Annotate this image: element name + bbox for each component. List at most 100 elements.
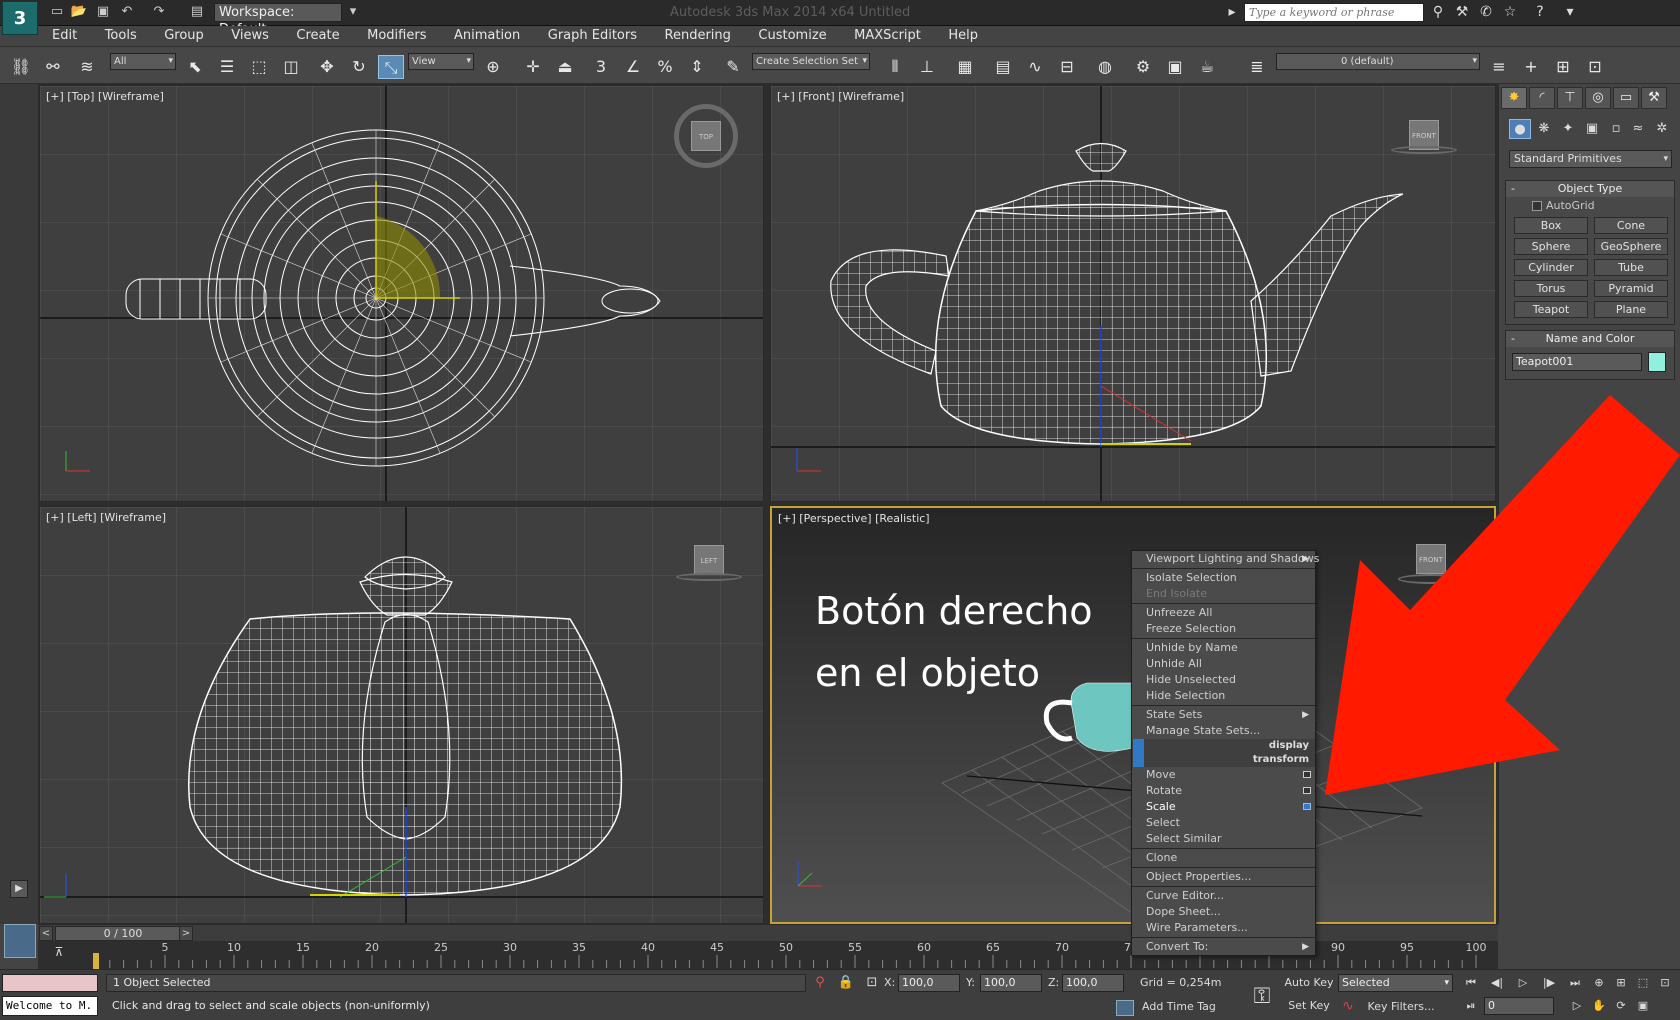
reference-coordinate-dropdown[interactable]: View: [408, 53, 474, 70]
object-type-title[interactable]: Object Type: [1506, 181, 1674, 197]
edit-named-selection-icon[interactable]: ✎: [720, 55, 746, 79]
tab-hierarchy-icon[interactable]: ⊤: [1557, 87, 1583, 109]
search-input[interactable]: Type a keyword or phrase: [1244, 3, 1424, 22]
manipulate-icon[interactable]: ✛: [520, 55, 546, 79]
y-coordinate-input[interactable]: 100,0: [980, 974, 1042, 992]
curve-editor-icon[interactable]: ∿: [1022, 55, 1048, 79]
viewport-label-top[interactable]: [+] [Top] [Wireframe]: [46, 90, 164, 103]
bind-space-warp-icon[interactable]: ≋: [74, 55, 100, 79]
viewcube-face[interactable]: TOP: [691, 121, 721, 151]
cone-button[interactable]: Cone: [1594, 217, 1668, 234]
menu-graph-editors[interactable]: Graph Editors: [536, 26, 649, 46]
cylinder-button[interactable]: Cylinder: [1514, 259, 1588, 276]
shapes-icon[interactable]: ❋: [1533, 119, 1555, 139]
viewport-label-perspective[interactable]: [+] [Perspective] [Realistic]: [778, 512, 930, 525]
tab-utilities-icon[interactable]: ⚒: [1641, 87, 1667, 109]
menu-move[interactable]: Move: [1132, 767, 1315, 783]
scene-explorer-icon[interactable]: ▦: [952, 55, 978, 79]
binoculars-icon[interactable]: ⚲: [1428, 3, 1448, 22]
menu-views[interactable]: Views: [219, 26, 281, 46]
time-slider-prev-icon[interactable]: <: [39, 926, 53, 941]
save-icon[interactable]: ▣: [94, 3, 112, 21]
quick-access-dropdown-icon[interactable]: ▾: [344, 3, 362, 21]
spinner-snap-icon[interactable]: ⇕: [684, 55, 710, 79]
viewport-left[interactable]: [+] [Left] [Wireframe] LEFT: [39, 506, 764, 924]
geosphere-button[interactable]: GeoSphere: [1594, 238, 1668, 255]
mirror-icon[interactable]: ⫴: [882, 55, 908, 79]
menu-isolate-selection[interactable]: Isolate Selection: [1132, 570, 1315, 586]
subscription-icon[interactable]: ⚒: [1452, 3, 1472, 22]
rendered-frame-icon[interactable]: ▣: [1162, 55, 1188, 79]
set-keys-key-icon[interactable]: ⚿: [1244, 980, 1280, 1014]
menu-unhide-by-name[interactable]: Unhide by Name: [1132, 640, 1315, 656]
primitive-category-dropdown[interactable]: Standard Primitives: [1509, 150, 1672, 168]
select-in-layer-icon[interactable]: ⊡: [1582, 55, 1608, 79]
menu-animation[interactable]: Animation: [442, 26, 532, 46]
field-of-view-icon[interactable]: ▷: [1566, 997, 1588, 1015]
menu-maxscript[interactable]: MAXScript: [842, 26, 933, 46]
menu-modifiers[interactable]: Modifiers: [355, 26, 438, 46]
material-editor-icon[interactable]: ◍: [1092, 55, 1118, 79]
favorites-star-icon[interactable]: ☆: [1500, 3, 1520, 22]
select-object-icon[interactable]: ⬉: [182, 55, 208, 79]
project-folder-icon[interactable]: ▤: [188, 3, 206, 21]
next-frame-icon[interactable]: |▶: [1538, 974, 1560, 992]
menu-group[interactable]: Group: [152, 26, 216, 46]
isolate-toggle-icon[interactable]: ⚲: [810, 974, 830, 992]
plane-button[interactable]: Plane: [1594, 301, 1668, 318]
keyboard-shortcut-override-icon[interactable]: ⏏: [552, 55, 578, 79]
menu-hide-unselected[interactable]: Hide Unselected: [1132, 672, 1315, 688]
rectangular-selection-icon[interactable]: ⬚: [246, 55, 272, 79]
time-slider-next-icon[interactable]: >: [179, 926, 193, 941]
viewport-layout-icon[interactable]: [4, 924, 36, 958]
previous-frame-icon[interactable]: ◀|: [1486, 974, 1508, 992]
menu-wire-parameters[interactable]: Wire Parameters...: [1132, 920, 1315, 936]
x-coordinate-input[interactable]: 100,0: [898, 974, 960, 992]
menu-manage-state-sets[interactable]: Manage State Sets...: [1132, 723, 1315, 739]
helpers-icon[interactable]: ▫: [1605, 119, 1627, 139]
undo-icon[interactable]: ↶: [118, 3, 136, 21]
menu-unhide-all[interactable]: Unhide All: [1132, 656, 1315, 672]
render-setup-icon[interactable]: ⚙: [1130, 55, 1156, 79]
render-production-icon[interactable]: ☕: [1194, 55, 1220, 79]
set-key-button[interactable]: Set Key: [1284, 996, 1334, 1015]
object-color-swatch[interactable]: [1648, 352, 1666, 372]
pivot-center-icon[interactable]: ⊕: [480, 55, 506, 79]
pan-icon[interactable]: ✋: [1588, 997, 1610, 1015]
angle-snap-icon[interactable]: ∠: [620, 55, 646, 79]
pyramid-button[interactable]: Pyramid: [1594, 280, 1668, 297]
box-button[interactable]: Box: [1514, 217, 1588, 234]
play-icon[interactable]: ▷: [1512, 974, 1534, 992]
tab-motion-icon[interactable]: ◎: [1585, 87, 1611, 109]
menu-rotate[interactable]: Rotate: [1132, 783, 1315, 799]
selection-lock-icon[interactable]: 🔒: [836, 974, 856, 992]
schematic-view-icon[interactable]: ⊟: [1054, 55, 1080, 79]
tube-button[interactable]: Tube: [1594, 259, 1668, 276]
menu-create[interactable]: Create: [284, 26, 351, 46]
go-to-start-icon[interactable]: ⏮: [1460, 974, 1482, 992]
menu-clone[interactable]: Clone: [1132, 850, 1315, 866]
viewcube-face[interactable]: LEFT: [694, 545, 724, 575]
menu-dope-sheet[interactable]: Dope Sheet...: [1132, 904, 1315, 920]
maxscript-output[interactable]: Welcome to M.: [2, 996, 98, 1016]
select-move-icon[interactable]: ✥: [314, 55, 340, 79]
zoom-icon[interactable]: ⊕: [1588, 974, 1610, 992]
zoom-all-icon[interactable]: ⊞: [1610, 974, 1632, 992]
teapot-button[interactable]: Teapot: [1514, 301, 1588, 318]
menu-help[interactable]: Help: [936, 26, 990, 46]
sphere-button[interactable]: Sphere: [1514, 238, 1588, 255]
layers-icon[interactable]: ≣: [1244, 55, 1270, 79]
menu-curve-editor[interactable]: Curve Editor...: [1132, 888, 1315, 904]
communication-icon[interactable]: ✆: [1476, 3, 1496, 22]
layer-add-icon[interactable]: ≡: [1486, 55, 1512, 79]
absolute-mode-icon[interactable]: ⊡: [862, 974, 882, 992]
key-mode-toggle-icon[interactable]: ⏯: [1460, 997, 1482, 1015]
menu-viewport-lighting-shadows[interactable]: Viewport Lighting and Shadows ▶: [1132, 551, 1319, 567]
add-time-tag-button[interactable]: Add Time Tag: [1116, 998, 1236, 1016]
named-selection-set-dropdown[interactable]: Create Selection Set: [752, 53, 870, 70]
tab-modify-icon[interactable]: ◜: [1529, 87, 1555, 109]
maximize-viewport-icon[interactable]: ▣: [1632, 997, 1654, 1015]
menu-scale[interactable]: Scale: [1132, 799, 1315, 815]
new-file-icon[interactable]: ▭: [48, 3, 66, 21]
menu-rendering[interactable]: Rendering: [653, 26, 743, 46]
